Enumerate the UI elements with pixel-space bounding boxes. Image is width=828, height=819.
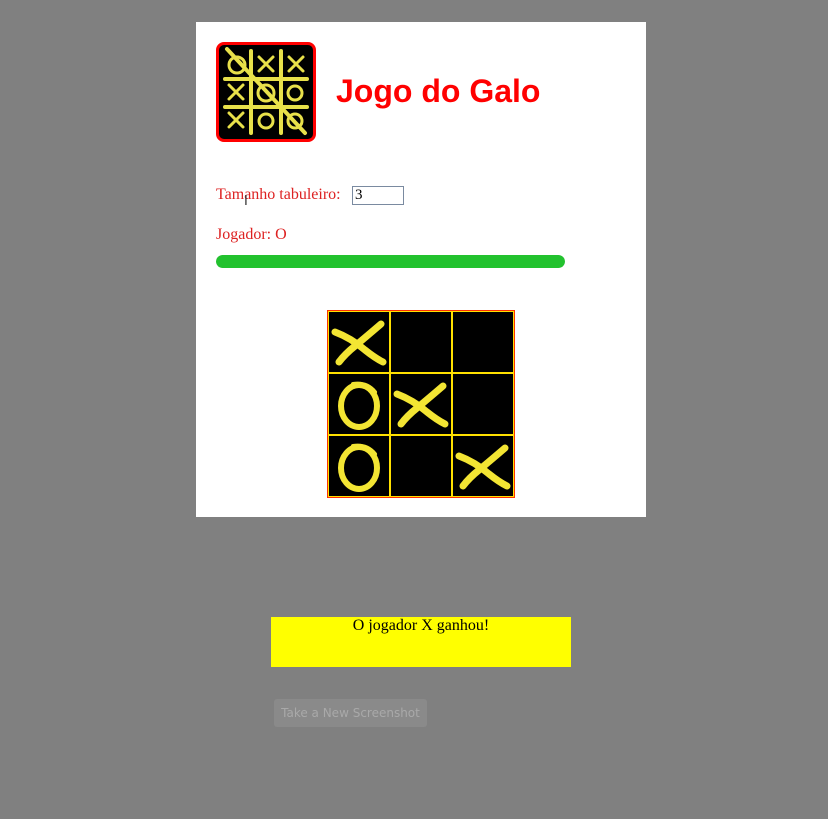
current-player-label: Jogador: O	[216, 226, 287, 243]
board-cell-3[interactable]	[452, 311, 514, 373]
text-cursor-icon: I	[244, 194, 248, 209]
tic-tac-toe-logo-icon	[216, 42, 316, 142]
turn-timer-bar	[216, 255, 565, 268]
page-title: Jogo do Galo	[336, 73, 541, 109]
board-cell-5[interactable]	[390, 373, 452, 435]
board-cell-8[interactable]	[390, 435, 452, 497]
result-message: O jogador X ganhou!	[352, 617, 490, 634]
result-message-box: O jogador X ganhou!	[271, 617, 571, 667]
x-mark-icon	[393, 382, 449, 428]
board-cell-6[interactable]	[452, 373, 514, 435]
board-size-label: Tamanho tabuleiro:	[216, 186, 341, 203]
board-cell-7[interactable]	[328, 435, 390, 497]
board-cell-9[interactable]	[452, 435, 514, 497]
board-size-input[interactable]	[352, 186, 404, 205]
board-cell-4[interactable]	[328, 373, 390, 435]
x-mark-icon	[331, 320, 387, 366]
x-mark-icon	[455, 444, 511, 490]
game-board	[327, 310, 515, 498]
board-cell-1[interactable]	[328, 311, 390, 373]
game-panel: Jogo do Galo Tamanho tabuleiro: I Jogado…	[196, 22, 646, 517]
take-new-screenshot-button[interactable]: Take a New Screenshot	[274, 699, 427, 727]
board-cell-2[interactable]	[390, 311, 452, 373]
o-mark-icon	[338, 443, 380, 492]
o-mark-icon	[338, 381, 380, 430]
turn-timer-fill	[216, 255, 565, 268]
